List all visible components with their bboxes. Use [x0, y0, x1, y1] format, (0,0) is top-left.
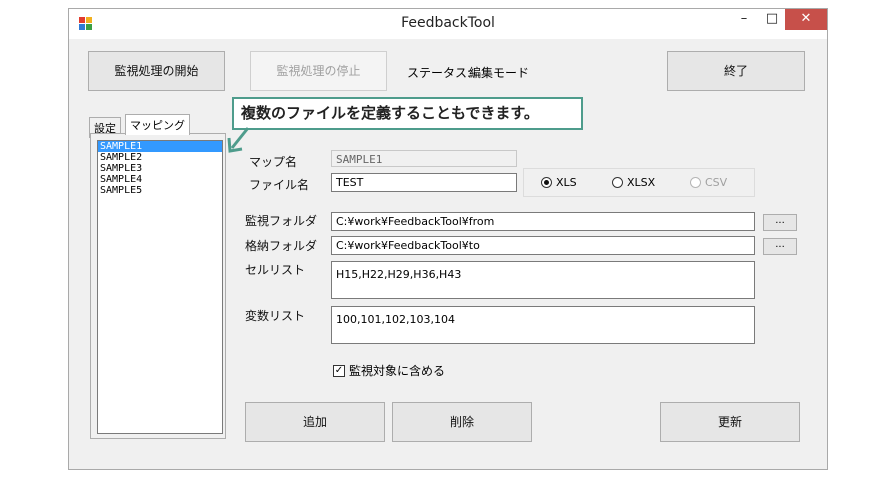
include-in-monitoring-checkbox[interactable]: ✓ 監視対象に含める — [333, 362, 445, 379]
radio-csv[interactable]: CSV — [690, 176, 727, 189]
file-name-label: ファイル名 — [249, 178, 310, 192]
app-window: FeedbackTool – □ ✕ 監視処理の開始 監視処理の停止 ステータス… — [68, 8, 828, 470]
radio-xls-label: XLS — [556, 176, 577, 189]
store-folder-browse-button[interactable]: ... — [763, 238, 797, 255]
start-monitoring-button[interactable]: 監視処理の開始 — [88, 51, 225, 91]
cell-list-label: セルリスト — [245, 263, 306, 277]
cell-list-field[interactable]: H15,H22,H29,H36,H43 — [331, 261, 755, 299]
mapping-listbox[interactable]: SAMPLE1 SAMPLE2 SAMPLE3 SAMPLE4 SAMPLE5 — [97, 140, 223, 434]
exit-button[interactable]: 終了 — [667, 51, 805, 91]
delete-button[interactable]: 削除 — [392, 402, 532, 442]
window-title: FeedbackTool — [401, 15, 495, 31]
title-bar: FeedbackTool – □ ✕ — [69, 9, 827, 39]
map-name-label: マップ名 — [249, 155, 298, 169]
callout-arrow-icon — [227, 127, 250, 153]
radio-xlsx-label: XLSX — [627, 176, 656, 189]
radio-button-icon[interactable] — [541, 177, 552, 188]
list-item[interactable]: SAMPLE1 — [98, 141, 222, 152]
add-button[interactable]: 追加 — [245, 402, 385, 442]
status-label: ステータス: — [407, 66, 472, 80]
watch-folder-field[interactable]: C:¥work¥FeedbackTool¥from — [331, 212, 755, 231]
watch-folder-label: 監視フォルダ — [245, 214, 318, 228]
var-list-field[interactable]: 100,101,102,103,104 — [331, 306, 755, 344]
store-folder-label: 格納フォルダ — [245, 239, 318, 253]
radio-button-icon[interactable] — [690, 177, 701, 188]
radio-csv-label: CSV — [705, 176, 728, 189]
list-item[interactable]: SAMPLE3 — [98, 163, 222, 174]
maximize-button[interactable]: □ — [759, 9, 785, 30]
status-value: 編集モード — [469, 66, 530, 80]
store-folder-field[interactable]: C:¥work¥FeedbackTool¥to — [331, 236, 755, 255]
close-button[interactable]: ✕ — [785, 9, 827, 30]
map-name-field[interactable]: SAMPLE1 — [331, 150, 517, 167]
file-format-group: XLS XLSX CSV — [523, 168, 755, 197]
minimize-button[interactable]: – — [731, 9, 757, 30]
radio-xls[interactable]: XLS — [541, 176, 577, 189]
radio-xlsx[interactable]: XLSX — [612, 176, 655, 189]
list-item[interactable]: SAMPLE5 — [98, 185, 222, 196]
watch-folder-browse-button[interactable]: ... — [763, 214, 797, 231]
stop-monitoring-button[interactable]: 監視処理の停止 — [250, 51, 387, 91]
tab-mapping[interactable]: マッピング — [125, 114, 190, 135]
include-in-monitoring-label: 監視対象に含める — [349, 364, 446, 378]
checkmark-icon[interactable]: ✓ — [333, 364, 345, 377]
mapping-tab-panel: SAMPLE1 SAMPLE2 SAMPLE3 SAMPLE4 SAMPLE5 — [90, 133, 226, 439]
radio-button-icon[interactable] — [612, 177, 623, 188]
list-item[interactable]: SAMPLE2 — [98, 152, 222, 163]
update-button[interactable]: 更新 — [660, 402, 800, 442]
annotation-callout: 複数のファイルを定義することもできます。 — [232, 97, 583, 130]
file-name-field[interactable]: TEST — [331, 173, 517, 192]
var-list-label: 変数リスト — [245, 309, 306, 323]
list-item[interactable]: SAMPLE4 — [98, 174, 222, 185]
